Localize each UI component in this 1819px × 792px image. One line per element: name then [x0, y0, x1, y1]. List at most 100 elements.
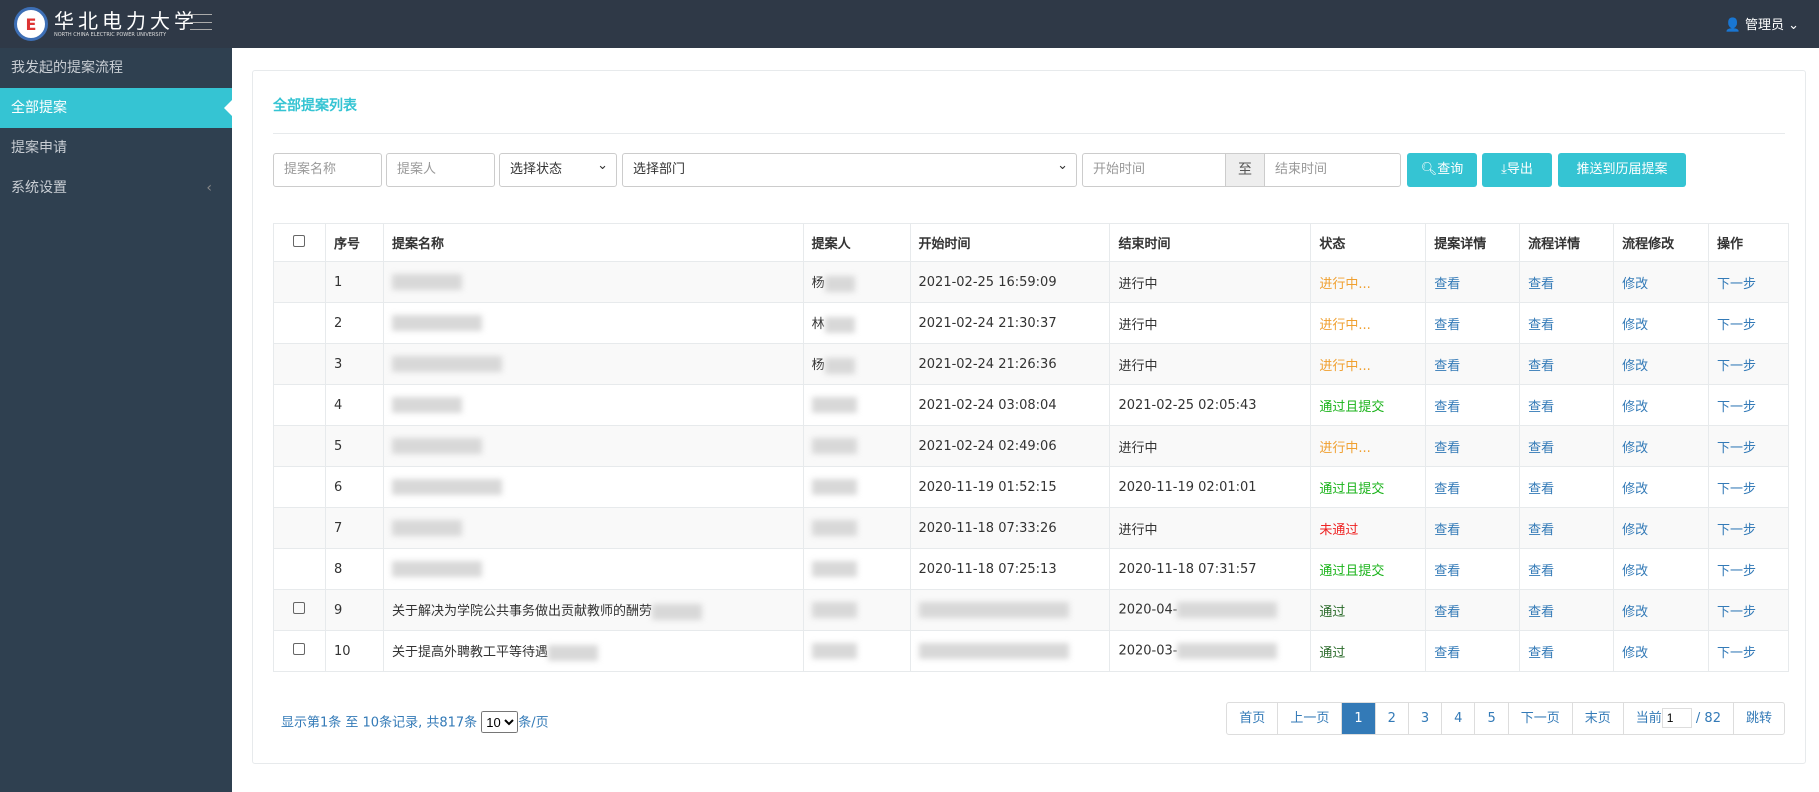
search-button[interactable]: 🔍︎查询	[1407, 153, 1477, 187]
select-all-checkbox[interactable]	[293, 234, 306, 247]
view-flow-link[interactable]: 查看	[1528, 482, 1554, 497]
detail-cell: 查看	[1425, 343, 1521, 385]
last-page-button[interactable]: 末页	[1573, 703, 1624, 734]
modify-flow-link[interactable]: 修改	[1622, 359, 1648, 374]
view-proposal-link[interactable]: 查看	[1434, 318, 1460, 333]
view-proposal-link[interactable]: 查看	[1434, 523, 1460, 538]
next-step-link[interactable]: 下一步	[1717, 441, 1756, 456]
next-step-link[interactable]: 下一步	[1717, 482, 1756, 497]
university-logo: E 华北电力大学 NORTH CHINA ELECTRIC POWER UNIV…	[14, 7, 198, 41]
row-checkbox[interactable]	[293, 602, 306, 614]
view-proposal-link[interactable]: 查看	[1434, 359, 1460, 374]
row-checkbox[interactable]	[293, 643, 306, 655]
modify-cell: 修改	[1613, 630, 1709, 672]
proposer-input[interactable]: 提案人	[386, 153, 495, 187]
proposal-name-input[interactable]: 提案名称	[273, 153, 382, 187]
sidebar-item-apply[interactable]: 提案申请	[0, 128, 232, 168]
search-label: 查询	[1437, 162, 1464, 177]
end-time: 进行中	[1118, 317, 1158, 333]
view-proposal-link[interactable]: 查看	[1434, 482, 1460, 497]
view-flow-link[interactable]: 查看	[1528, 605, 1554, 620]
view-proposal-link[interactable]: 查看	[1434, 400, 1460, 415]
table-row: 5 2021-02-24 02:49:06 进行中 进行中... 查看 查看 修…	[273, 425, 1790, 467]
flow-cell: 查看	[1519, 343, 1615, 385]
flow-cell: 查看	[1519, 507, 1615, 549]
page-size-select[interactable]: 10	[481, 711, 519, 733]
next-step-link[interactable]: 下一步	[1717, 318, 1756, 333]
modify-flow-link[interactable]: 修改	[1622, 400, 1648, 415]
current-page-input[interactable]	[1661, 708, 1692, 728]
next-step-link[interactable]: 下一步	[1717, 605, 1756, 620]
next-page-button[interactable]: 下一页	[1509, 703, 1573, 734]
view-proposal-link[interactable]: 查看	[1434, 605, 1460, 620]
modify-flow-link[interactable]: 修改	[1622, 482, 1648, 497]
redacted-text	[824, 316, 855, 333]
jump-button[interactable]: 跳转	[1734, 703, 1784, 734]
end-time-input[interactable]: 结束时间	[1264, 153, 1401, 187]
redacted-text	[391, 479, 502, 495]
action-cell: 下一步	[1707, 261, 1790, 303]
detail-cell: 查看	[1425, 425, 1521, 467]
top-header: E 华北电力大学 NORTH CHINA ELECTRIC POWER UNIV…	[0, 0, 1819, 48]
push-history-button[interactable]: 推送到历届提案	[1558, 153, 1686, 187]
next-step-link[interactable]: 下一步	[1717, 359, 1756, 374]
view-proposal-link[interactable]: 查看	[1434, 646, 1460, 661]
next-step-link[interactable]: 下一步	[1717, 277, 1756, 292]
modify-flow-link[interactable]: 修改	[1622, 277, 1648, 292]
next-step-link[interactable]: 下一步	[1717, 646, 1756, 661]
sidebar-item-all-proposals[interactable]: 全部提案	[0, 88, 232, 128]
page-3-button[interactable]: 3	[1409, 703, 1443, 734]
prev-page-button[interactable]: 上一页	[1278, 703, 1343, 734]
sidebar-item-my-proposals[interactable]: 我发起的提案流程	[0, 48, 232, 88]
department-select[interactable]: 选择部门	[622, 150, 1077, 187]
proposal-name: 关于提高外聘教工平等待遇	[391, 645, 548, 661]
row-number: 3	[324, 343, 384, 385]
view-flow-link[interactable]: 查看	[1528, 359, 1554, 374]
status-badge: 通过	[1310, 589, 1427, 631]
view-flow-link[interactable]: 查看	[1528, 523, 1554, 538]
view-proposal-link[interactable]: 查看	[1434, 441, 1460, 456]
logo-emblem-icon: E	[14, 7, 48, 41]
next-step-link[interactable]: 下一步	[1717, 400, 1756, 415]
proposal-name-cell: 关于解决为学院公共事务做出贡献教师的酬劳	[382, 589, 804, 631]
end-time: 2021-02-25 02:05:43	[1118, 397, 1257, 413]
page-5-button[interactable]: 5	[1475, 703, 1509, 734]
view-flow-link[interactable]: 查看	[1528, 564, 1554, 579]
start-time: 2021-02-24 21:30:37	[918, 315, 1057, 331]
page-4-button[interactable]: 4	[1442, 703, 1476, 734]
view-flow-link[interactable]: 查看	[1528, 318, 1554, 333]
col-header: 序号	[324, 223, 384, 262]
view-flow-link[interactable]: 查看	[1528, 277, 1554, 292]
status-select[interactable]: 选择状态	[499, 150, 617, 187]
modify-flow-link[interactable]: 修改	[1622, 564, 1648, 579]
export-button[interactable]: ⤓导出	[1482, 153, 1552, 187]
page-1-button[interactable]: 1	[1342, 703, 1376, 734]
action-cell: 下一步	[1707, 302, 1790, 344]
next-step-link[interactable]: 下一步	[1717, 523, 1756, 538]
modify-flow-link[interactable]: 修改	[1622, 605, 1648, 620]
select-cell	[273, 589, 326, 631]
view-proposal-link[interactable]: 查看	[1434, 564, 1460, 579]
proposal-name-cell	[382, 507, 804, 549]
row-number: 7	[324, 507, 384, 549]
menu-toggle-icon[interactable]	[190, 14, 212, 30]
first-page-button[interactable]: 首页	[1227, 703, 1279, 734]
redacted-text	[391, 274, 462, 290]
next-step-link[interactable]: 下一步	[1717, 564, 1756, 579]
page-2-button[interactable]: 2	[1376, 703, 1409, 734]
user-menu[interactable]: 👤 管理员 ⌄	[1725, 14, 1799, 33]
view-flow-link[interactable]: 查看	[1528, 441, 1554, 456]
sidebar-item-settings[interactable]: 系统设置 ‹	[0, 168, 232, 208]
view-proposal-link[interactable]: 查看	[1434, 277, 1460, 292]
select-cell	[273, 343, 326, 385]
modify-flow-link[interactable]: 修改	[1622, 441, 1648, 456]
proposal-name-cell: 关于提高外聘教工平等待遇	[382, 630, 804, 672]
start-time-input[interactable]: 开始时间	[1082, 153, 1226, 187]
view-flow-link[interactable]: 查看	[1528, 400, 1554, 415]
modify-flow-link[interactable]: 修改	[1622, 318, 1648, 333]
modify-flow-link[interactable]: 修改	[1622, 523, 1648, 538]
modify-flow-link[interactable]: 修改	[1622, 646, 1648, 661]
view-flow-link[interactable]: 查看	[1528, 646, 1554, 661]
action-cell: 下一步	[1707, 384, 1790, 426]
start-time-cell	[909, 630, 1111, 672]
